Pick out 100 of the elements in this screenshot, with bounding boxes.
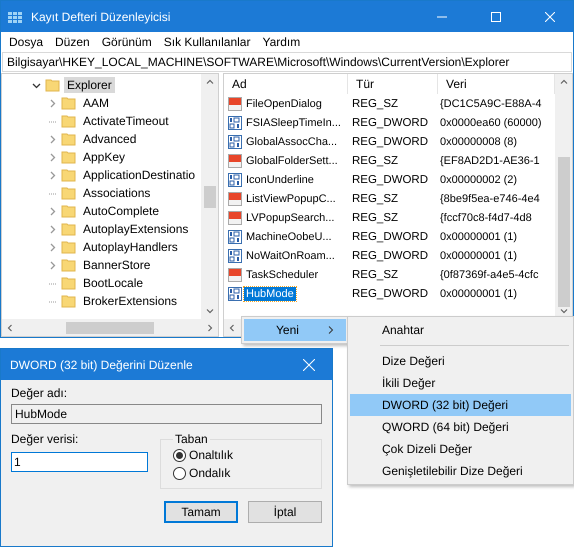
binary-value-icon: [228, 172, 242, 186]
binary-value-icon: [228, 116, 242, 130]
tree-item[interactable]: BootLocale: [80, 275, 146, 291]
binary-value-icon: [228, 248, 242, 262]
tree-item[interactable]: ApplicationDestinatio: [80, 167, 198, 183]
maximize-icon[interactable]: [491, 12, 501, 22]
menu-item[interactable]: Çok Dizeli Değer: [350, 438, 571, 460]
tree-item[interactable]: AutoComplete: [80, 203, 162, 219]
menu-item[interactable]: Görünüm: [96, 35, 158, 49]
table-cell-text: {EF8AD2D1-AE36-1: [439, 154, 540, 166]
menu-item[interactable]: DWORD (32 bit) Değeri: [350, 394, 571, 416]
tree-item[interactable]: AutoplayExtensions: [80, 221, 192, 237]
radio-label: Ondalık: [189, 466, 230, 480]
value-name[interactable]: LVPopupSearch...: [244, 210, 336, 224]
value-name[interactable]: ListViewPopupC...: [244, 192, 338, 206]
menu-item[interactable]: Genişletilebilir Dize Değeri: [350, 460, 571, 482]
value-name[interactable]: HubMode: [244, 286, 296, 300]
tree-item[interactable]: Explorer: [64, 77, 115, 93]
binary-value-icon: [228, 230, 242, 244]
window-title: Kayıt Defteri Düzenleyicisi: [31, 10, 172, 24]
table-cell-text: 0x00000001 (1): [439, 288, 518, 300]
binary-value-icon: [228, 134, 242, 148]
radio-label: Onaltılık: [189, 448, 234, 462]
table-cell-text: 0x00000008 (8): [439, 136, 518, 148]
address-bar[interactable]: Bilgisayar\HKEY_LOCAL_MACHINE\SOFTWARE\Microsoft\Windows\CurrentVersion\Explorer: [2, 52, 572, 72]
tree-item[interactable]: Advanced: [80, 131, 140, 147]
menu-item[interactable]: Anahtar: [350, 319, 571, 341]
menu-item[interactable]: Düzen: [49, 35, 96, 49]
table-cell-text: 0x00000001 (1): [439, 230, 518, 242]
value-name[interactable]: TaskScheduler: [244, 268, 320, 282]
folder-icon: [61, 150, 76, 164]
table-cell-text: 0x0000ea60 (60000): [439, 116, 542, 128]
value-name[interactable]: GlobalAssocCha...: [244, 134, 340, 148]
tree-item[interactable]: Associations: [80, 185, 154, 201]
group-title: Taban: [174, 432, 209, 446]
table-cell-text: {0f87369f-a4e5-4cfc: [439, 268, 538, 280]
scroll-thumb[interactable]: [204, 186, 216, 208]
field-label: Değer adı:: [11, 386, 68, 400]
value-name[interactable]: GlobalFolderSett...: [244, 154, 340, 168]
value-name[interactable]: NoWaitOnRoam...: [244, 248, 337, 262]
string-value-icon: [228, 192, 242, 206]
column-header[interactable]: Tür: [348, 74, 438, 94]
value-name[interactable]: IconUnderline: [244, 172, 316, 186]
table-cell-text: REG_SZ: [351, 268, 400, 280]
table-cell-text: {DC1C5A9C-E88A-4: [439, 98, 542, 110]
menu-item[interactable]: Dosya: [3, 35, 50, 49]
string-value-icon: [228, 96, 242, 110]
menu-item[interactable]: Sık Kullanılanlar: [158, 35, 256, 49]
value-name[interactable]: FSIASleepTimeIn...: [244, 116, 343, 130]
folder-icon: [61, 132, 76, 146]
dialog-title: DWORD (32 bit) Değerini Düzenle: [10, 358, 194, 372]
radio-button[interactable]: [173, 448, 186, 462]
tree-item[interactable]: AutoplayHandlers: [80, 239, 181, 255]
table-cell-text: {fccf70c8-f4d7-4d8: [439, 212, 532, 224]
name-field[interactable]: HubMode: [11, 404, 322, 424]
tree-item[interactable]: AAM: [80, 95, 112, 111]
value-name[interactable]: MachineOobeU...: [244, 230, 334, 244]
tree-item[interactable]: AppKey: [80, 149, 128, 165]
table-cell-text: REG_SZ: [351, 212, 400, 224]
dialog-button[interactable]: Tamam: [164, 501, 238, 523]
scroll-thumb[interactable]: [66, 322, 154, 334]
column-header[interactable]: Ad: [224, 74, 348, 94]
string-value-icon: [228, 268, 242, 282]
folder-icon: [61, 96, 76, 110]
value-field[interactable]: 1: [11, 452, 148, 472]
menu-item[interactable]: Dize Değeri: [350, 350, 571, 372]
tree-item[interactable]: ActivateTimeout: [80, 113, 172, 129]
menu-item[interactable]: Yeni: [244, 319, 346, 341]
menu-item[interactable]: Yardım: [256, 35, 306, 49]
horizontal-scrollbar[interactable]: [2, 319, 218, 336]
close-icon[interactable]: [545, 12, 555, 22]
table-cell-text: 0x00000002 (2): [439, 174, 518, 186]
table-cell-text: REG_DWORD: [351, 250, 430, 262]
close-icon[interactable]: [303, 358, 315, 370]
tree-item[interactable]: BannerStore: [80, 257, 154, 273]
radio-button[interactable]: [173, 466, 186, 480]
table-cell-text: REG_SZ: [351, 192, 400, 204]
folder-icon: [45, 78, 60, 92]
folder-icon: [61, 168, 76, 182]
table-cell-text: REG_DWORD: [351, 230, 430, 242]
dialog-button[interactable]: İptal: [248, 501, 322, 523]
vertical-scrollbar[interactable]: [201, 74, 218, 319]
table-cell-text: {8be9f5ea-e746-4e4: [439, 192, 540, 204]
scroll-thumb[interactable]: [558, 156, 570, 306]
table-cell-text: REG_DWORD: [351, 116, 430, 128]
folder-icon: [61, 186, 76, 200]
vertical-scrollbar[interactable]: [555, 74, 572, 319]
tree-item[interactable]: BrokerExtensions: [80, 293, 180, 309]
chevron-icon[interactable]: [32, 80, 41, 90]
table-cell-text: REG_SZ: [351, 98, 400, 110]
menu-item[interactable]: QWORD (64 bit) Değeri: [350, 416, 571, 438]
menu-item[interactable]: İkili Değer: [350, 372, 571, 394]
folder-icon: [61, 114, 76, 128]
binary-value-icon: [228, 286, 242, 300]
value-name[interactable]: FileOpenDialog: [244, 96, 324, 110]
table-cell-text: REG_DWORD: [351, 136, 430, 148]
table-cell-text: 0x00000001 (1): [439, 250, 518, 262]
folder-icon: [61, 276, 76, 290]
folder-icon: [61, 204, 76, 218]
table-cell-text: REG_DWORD: [351, 288, 430, 300]
